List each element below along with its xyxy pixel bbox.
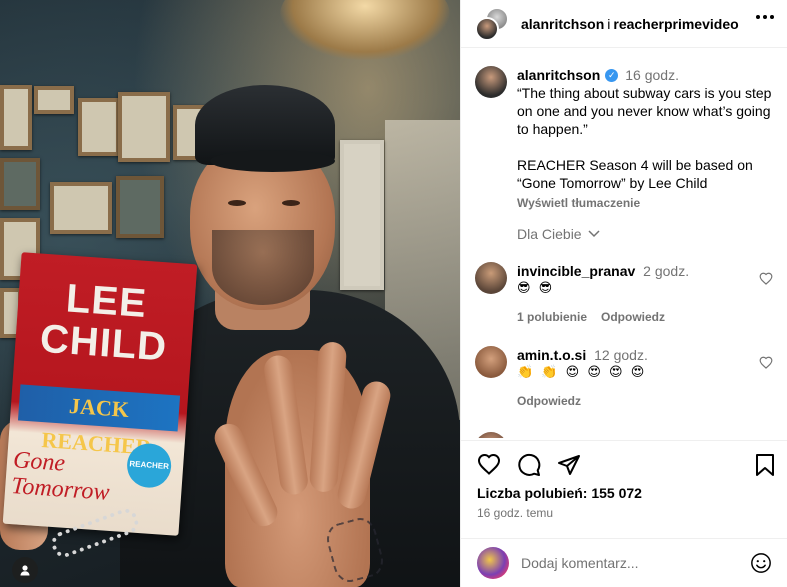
person-cap-brim (210, 150, 335, 172)
header-usernames: alanritchson i reacherprimevideo (521, 16, 739, 32)
comment-time[interactable]: 12 godz. (594, 347, 648, 363)
user-icon (20, 565, 30, 576)
wall-frame (50, 182, 112, 234)
comment-actions: 1 polubienie Odpowiedz (517, 308, 752, 326)
wall-frame (78, 98, 120, 156)
caption-text-block: alanritchson ✓ 16 godz. “The thing about… (517, 66, 779, 212)
person-eye (282, 200, 300, 206)
heart-icon[interactable] (759, 356, 773, 369)
comment-avatar[interactable] (475, 432, 507, 438)
comment-item: amin.t.o.si 12 godz. 👏 👏 😍 😍 😍 😍 Odpowie… (475, 346, 775, 416)
instagram-post-viewer: LEE CHILD JACK REACHER Gone Tomorrow REA… (0, 0, 787, 587)
person-eye (228, 200, 246, 206)
book-cover: LEE CHILD JACK REACHER Gone Tomorrow REA… (2, 252, 198, 536)
share-send-icon[interactable] (557, 453, 581, 477)
translate-link[interactable]: Wyświetl tłumaczenie (517, 194, 779, 212)
caption-line: “The thing about subway cars is you step… (517, 85, 772, 137)
book-series: JACK REACHER (17, 384, 181, 460)
collab-avatars[interactable] (475, 6, 509, 41)
comment-bubble-icon[interactable] (517, 453, 541, 477)
comment-time[interactable]: 2 godz. (643, 263, 689, 279)
like-heart-icon[interactable] (477, 453, 501, 475)
tagged-users-button[interactable] (12, 557, 38, 583)
comment-text: 😎 😎 (517, 281, 555, 296)
dot-icon (756, 15, 760, 19)
wall-frame (0, 158, 40, 210)
reply-button[interactable]: Odpowiedz (601, 308, 665, 326)
wall-frame (118, 92, 170, 162)
comment-body: amin.t.o.si 12 godz. 👏 👏 😍 😍 😍 😍 Odpowie… (517, 346, 752, 410)
add-comment-bar (461, 538, 787, 587)
background-door (340, 140, 384, 290)
add-comment-input[interactable] (521, 555, 741, 571)
comment-username[interactable]: amin.t.o.si (517, 347, 586, 363)
caption-line: REACHER Season 4 will be based on “Gone … (517, 157, 753, 191)
comment-item-partial (475, 432, 775, 438)
book-title: Gone Tomorrow (10, 447, 111, 506)
person-beard (212, 230, 314, 305)
caption-avatar[interactable] (475, 66, 507, 98)
comment-item: invincible_pranav 2 godz. 😎 😎 1 polubien… (475, 262, 775, 332)
post-header: alanritchson i reacherprimevideo (461, 0, 787, 48)
header-separator: i (607, 15, 611, 32)
caption-time[interactable]: 16 godz. (625, 66, 679, 84)
caption-username[interactable]: alanritchson (517, 66, 600, 84)
more-options-button[interactable] (756, 15, 774, 19)
bookmark-icon[interactable] (755, 453, 775, 477)
wall-frame (34, 86, 74, 114)
heart-icon[interactable] (759, 272, 773, 285)
post-photo[interactable]: LEE CHILD JACK REACHER Gone Tomorrow REA… (0, 0, 460, 587)
header-user1[interactable]: alanritchson (521, 16, 604, 32)
comment-body: invincible_pranav 2 godz. 😎 😎 1 polubien… (517, 262, 752, 326)
comment-avatar[interactable] (475, 346, 507, 378)
book-badge: REACHER (125, 442, 173, 490)
book-author: LEE CHILD (38, 276, 169, 370)
reply-button[interactable]: Odpowiedz (517, 392, 581, 410)
avatar-alanritchson[interactable] (475, 16, 499, 41)
dot-icon (763, 15, 767, 19)
comment-likes[interactable]: 1 polubienie (517, 308, 587, 326)
wall-frame (0, 85, 32, 150)
verified-badge-icon: ✓ (605, 68, 619, 82)
comment-text: 👏 👏 😍 😍 😍 😍 (517, 365, 647, 380)
comment-sort-label: Dla Ciebie (517, 226, 582, 242)
likes-count[interactable]: Liczba polubień: 155 072 (477, 485, 642, 501)
post-sidebar: alanritchson i reacherprimevideo alanritch… (460, 0, 787, 587)
wall-frame (116, 176, 164, 238)
dot-icon (770, 15, 774, 19)
header-user2[interactable]: reacherprimevideo (613, 16, 738, 32)
chevron-down-icon (588, 230, 600, 238)
comment-sort-dropdown[interactable]: Dla Ciebie (517, 226, 600, 242)
posted-time[interactable]: 16 godz. temu (477, 506, 553, 520)
comments-scroll-area[interactable]: alanritchson ✓ 16 godz. “The thing about… (461, 48, 787, 438)
comment-avatar[interactable] (475, 262, 507, 294)
current-user-avatar[interactable] (477, 547, 509, 579)
comment-username[interactable]: invincible_pranav (517, 263, 635, 279)
comment-actions: Odpowiedz (517, 392, 752, 410)
emoji-smile-icon[interactable] (750, 552, 772, 574)
